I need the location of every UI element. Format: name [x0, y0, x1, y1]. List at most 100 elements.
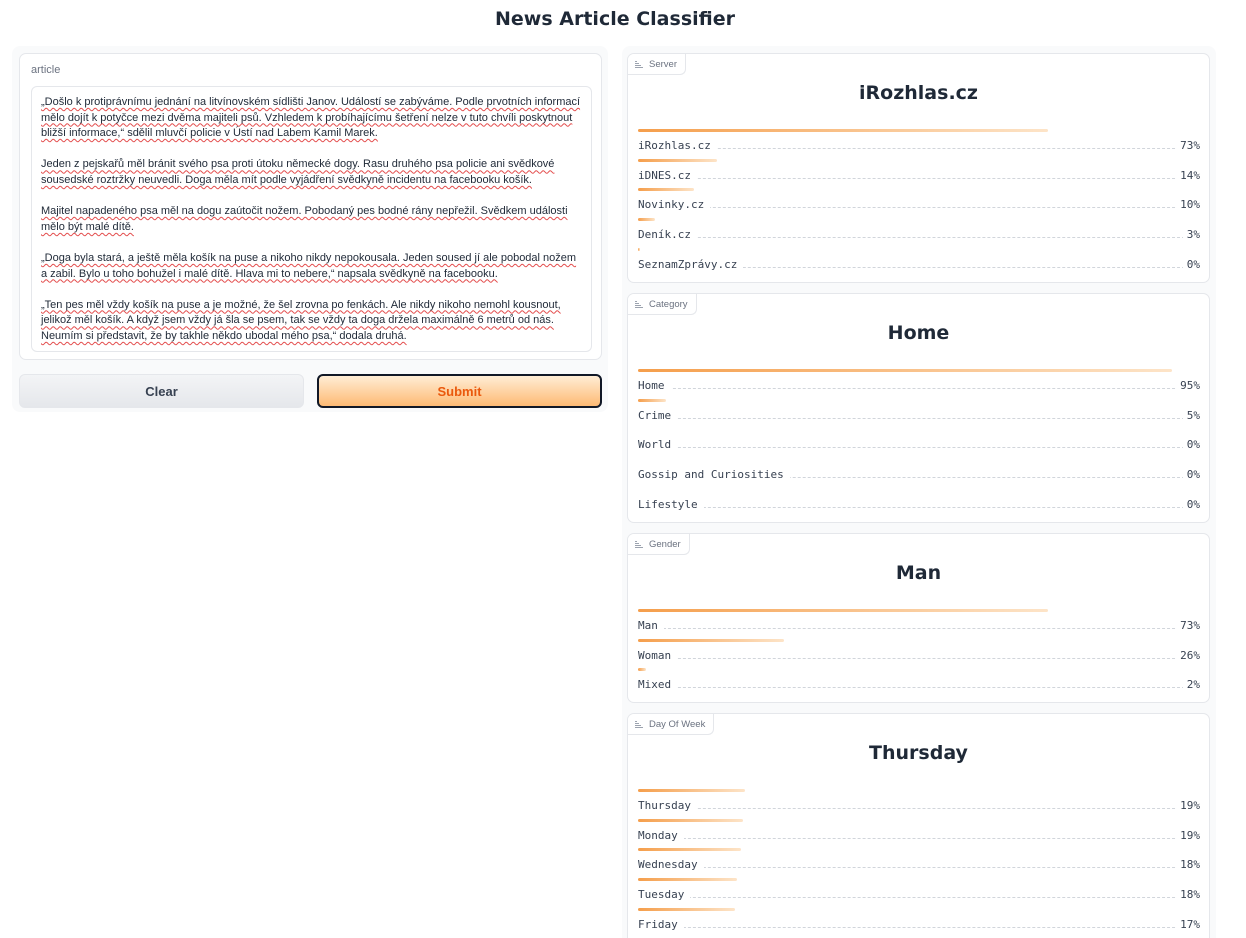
confidence-row[interactable]: Lifestyle 0%: [638, 488, 1200, 516]
top-prediction: iRozhlas.cz: [859, 82, 978, 104]
output-column: Server iRozhlas.cz iRozhlas.cz 73% iDNES.cz 1…: [622, 46, 1216, 938]
panel-tag-label: Day Of Week: [649, 718, 706, 730]
confidence-row[interactable]: Tuesday 18%: [638, 878, 1200, 906]
row-leader: [638, 628, 1200, 629]
panel-tag-label: Category: [649, 298, 688, 310]
confidence-bar: [638, 188, 695, 192]
class-percentage: 5%: [1182, 408, 1200, 422]
confidence-bar: [638, 609, 1049, 612]
confidence-row[interactable]: Thursday 19%: [638, 789, 1200, 817]
chart-icon: [635, 300, 643, 308]
chart-icon: [635, 540, 643, 548]
confidence-bar: [638, 848, 741, 852]
confidence-bar: [638, 818, 744, 822]
confidence-row[interactable]: Monday 19%: [638, 818, 1200, 847]
confidence-bar: [638, 247, 641, 251]
confidence-bar: [638, 789, 745, 792]
class-label: Thursday: [638, 799, 697, 812]
class-label: iDNES.cz: [638, 168, 697, 182]
class-percentage: 19%: [1176, 828, 1200, 842]
confidence-row[interactable]: Crime 5%: [638, 398, 1200, 427]
confidence-bar: [638, 907, 735, 911]
class-percentage: 73%: [1176, 139, 1200, 152]
class-label: Tuesday: [638, 888, 691, 902]
class-label: World: [638, 438, 678, 452]
submit-button[interactable]: Submit: [317, 374, 602, 408]
confidence-row[interactable]: iRozhlas.cz 73%: [638, 129, 1200, 157]
confidence-row[interactable]: SeznamZprávy.cz 0%: [638, 247, 1200, 276]
class-label: iRozhlas.cz: [638, 139, 717, 152]
article-textarea[interactable]: „Došlo k protiprávnímu jednání na litvín…: [31, 86, 592, 352]
page-title: News Article Classifier: [495, 8, 735, 30]
class-label: Friday: [638, 917, 684, 931]
class-percentage: 26%: [1176, 648, 1200, 662]
class-percentage: 95%: [1176, 379, 1200, 392]
class-percentage: 0%: [1182, 468, 1200, 482]
row-leader: [638, 867, 1200, 869]
row-leader: [638, 388, 1200, 389]
top-prediction: Thursday: [869, 742, 968, 764]
class-percentage: 2%: [1182, 678, 1200, 692]
class-percentage: 14%: [1176, 168, 1200, 182]
panel-tag: Gender: [628, 534, 690, 555]
chart-icon: [635, 720, 643, 728]
panel-tag: Category: [628, 294, 697, 315]
label-panel-category: Category Home Home 95% Crime 5% World 0% Gossip …: [627, 293, 1210, 523]
class-label: Home: [638, 379, 671, 392]
article-paragraph: Jeden z pejskařů měl bránit svého psa pr…: [41, 158, 555, 186]
panel-tag-label: Server: [649, 58, 677, 70]
class-label: Man: [638, 619, 664, 632]
confidence-bar: [638, 878, 737, 882]
input-column: article „Došlo k protiprávnímu jednání n…: [12, 46, 608, 412]
confidence-row[interactable]: World 0%: [638, 428, 1200, 456]
class-label: Novinky.cz: [638, 198, 711, 212]
row-leader: [638, 837, 1200, 839]
article-label: article: [31, 64, 61, 76]
confidence-row[interactable]: Man 73%: [638, 609, 1200, 637]
panel-tag: Day Of Week: [628, 714, 715, 735]
class-percentage: 19%: [1176, 799, 1200, 812]
article-paragraph: „Ten pes měl vždy košík na puse a je mož…: [41, 298, 561, 342]
class-percentage: 18%: [1176, 888, 1200, 902]
confidence-row[interactable]: Deník.cz 3%: [638, 218, 1200, 246]
confidence-row[interactable]: Home 95%: [638, 369, 1200, 397]
confidence-row[interactable]: Friday 17%: [638, 907, 1200, 936]
confidence-bar: [638, 638, 785, 642]
row-leader: [638, 177, 1200, 179]
class-percentage: 17%: [1176, 917, 1200, 931]
class-label: Lifestyle: [638, 497, 704, 511]
article-block: article „Došlo k protiprávnímu jednání n…: [19, 53, 602, 360]
class-percentage: 10%: [1176, 198, 1200, 212]
confidence-row[interactable]: Gossip and Curiosities 0%: [638, 458, 1200, 486]
class-label: SeznamZprávy.cz: [638, 257, 744, 271]
confidence-bar: [638, 668, 647, 672]
row-leader: [638, 506, 1200, 508]
confidence-row[interactable]: Mixed 2%: [638, 668, 1200, 696]
confidence-row[interactable]: Wednesday 18%: [638, 848, 1200, 876]
label-panel-day-of-week: Day Of Week Thursday Thursday 19% Monday 19% W…: [627, 713, 1210, 938]
row-leader: [638, 447, 1200, 449]
confidence-bar: [638, 158, 717, 162]
class-label: Woman: [638, 648, 678, 662]
row-leader: [638, 417, 1200, 419]
chart-icon: [635, 60, 643, 68]
class-percentage: 0%: [1182, 438, 1200, 452]
confidence-row[interactable]: Woman 26%: [638, 638, 1200, 667]
confidence-row[interactable]: Novinky.cz 10%: [638, 188, 1200, 216]
top-prediction: Home: [887, 322, 950, 344]
class-label: Mixed: [638, 678, 678, 692]
class-percentage: 18%: [1176, 858, 1200, 872]
class-percentage: 0%: [1182, 497, 1200, 511]
clear-button[interactable]: Clear: [19, 374, 304, 408]
row-leader: [638, 926, 1200, 928]
confidence-row[interactable]: iDNES.cz 14%: [638, 158, 1200, 187]
row-leader: [638, 657, 1200, 659]
panel-tag: Server: [628, 54, 686, 75]
top-prediction: Man: [895, 562, 942, 584]
row-leader: [638, 148, 1200, 149]
panel-tag-label: Gender: [649, 538, 681, 550]
article-paragraph: „Došlo k protiprávnímu jednání na litvín…: [41, 96, 581, 140]
confidence-bar: [638, 129, 1049, 132]
class-percentage: 73%: [1176, 619, 1200, 632]
row-leader: [638, 897, 1200, 899]
